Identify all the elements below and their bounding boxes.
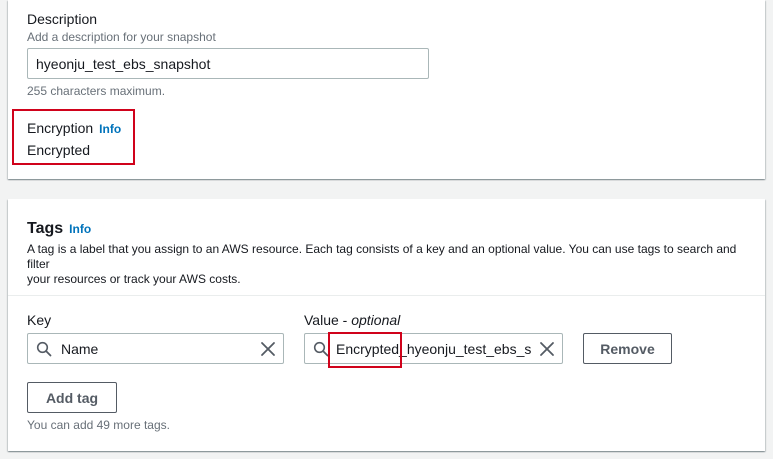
tags-description: A tag is a label that you assign to an A… (27, 242, 752, 287)
tag-key-input[interactable]: Name (27, 333, 284, 364)
tag-value-label-text: Value - (304, 312, 352, 328)
description-constraint: 255 characters maximum. (27, 84, 166, 98)
description-hint: Add a description for your snapshot (27, 30, 216, 44)
tags-header: Tags Info (27, 220, 91, 238)
tag-key-value: Name (61, 340, 99, 357)
remove-tag-button[interactable]: Remove (583, 333, 672, 364)
add-tag-button[interactable]: Add tag (27, 382, 117, 413)
tag-key-label: Key (27, 312, 52, 328)
tags-header-divider (8, 295, 765, 296)
clear-value-icon[interactable] (539, 341, 555, 357)
tags-title: Tags (27, 220, 64, 237)
tags-panel: Tags Info A tag is a label that you assig… (8, 199, 765, 451)
tags-remaining-text: You can add 49 more tags. (27, 418, 170, 432)
search-icon (36, 341, 52, 357)
encryption-highlight-box (12, 109, 135, 165)
description-label: Description (27, 11, 98, 27)
tags-description-line-1: A tag is a label that you assign to an A… (27, 242, 737, 271)
description-input-value: hyeonju_test_ebs_snapshot (36, 55, 211, 72)
tag-value-label: Value - optional (304, 312, 400, 328)
tags-description-line-2: your resources or track your AWS costs. (27, 272, 241, 286)
tag-value-optional-text: optional (351, 312, 401, 328)
description-input[interactable]: hyeonju_test_ebs_snapshot (27, 48, 429, 79)
tags-info-link[interactable]: Info (69, 222, 91, 236)
encrypted-prefix-highlight-box (328, 332, 402, 368)
snapshot-settings-panel: Description Add a description for your s… (8, 0, 765, 179)
search-icon (313, 341, 329, 357)
clear-key-icon[interactable] (260, 341, 276, 357)
